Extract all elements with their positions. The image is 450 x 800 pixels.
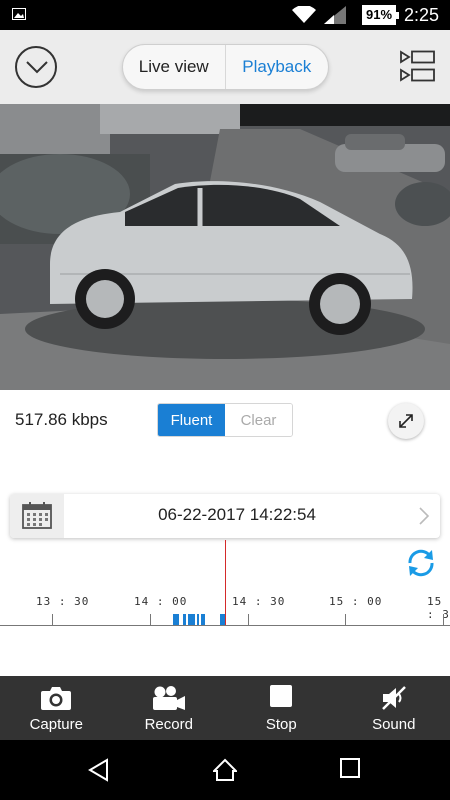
tab-playback[interactable]: Playback xyxy=(226,45,329,89)
timeline-tick xyxy=(345,614,346,625)
timeline-label: 13 : 30 xyxy=(36,595,90,608)
camera-icon xyxy=(41,687,72,710)
bottom-toolbar: Capture Record Stop Sound xyxy=(0,676,450,740)
capture-button[interactable]: Capture xyxy=(0,676,113,740)
recording-segment[interactable] xyxy=(173,614,179,625)
collapse-button[interactable] xyxy=(15,46,57,88)
timeline-tick xyxy=(52,614,53,625)
fullscreen-button[interactable] xyxy=(388,403,424,439)
system-nav-bar xyxy=(0,740,450,800)
tab-live-view[interactable]: Live view xyxy=(123,45,226,89)
battery-icon: 91% xyxy=(362,5,399,25)
recording-segment[interactable] xyxy=(201,614,205,625)
quality-clear[interactable]: Clear xyxy=(225,404,292,436)
stop-button[interactable]: Stop xyxy=(225,676,338,740)
timeline[interactable]: 13 : 30 14 : 00 14 : 30 15 : 00 15 : 3 xyxy=(0,590,450,630)
timeline-tick xyxy=(248,614,249,625)
chevron-down-icon xyxy=(26,61,48,74)
wifi-icon xyxy=(292,6,316,23)
calendar-icon xyxy=(22,502,52,529)
timeline-tick xyxy=(443,614,444,625)
timeline-label: 14 : 30 xyxy=(232,595,286,608)
clock: 2:25 xyxy=(404,5,440,25)
back-icon[interactable] xyxy=(88,758,110,782)
timeline-label: 14 : 00 xyxy=(134,595,188,608)
record-label: Record xyxy=(144,716,193,733)
quality-switch[interactable]: Fluent Clear xyxy=(157,403,293,437)
list-view-icon[interactable] xyxy=(399,50,437,84)
timeline-tick xyxy=(150,614,151,625)
view-mode-switch[interactable]: Live view Playback xyxy=(122,44,329,90)
home-icon[interactable] xyxy=(213,758,237,782)
stop-icon xyxy=(270,685,293,707)
record-button[interactable]: Record xyxy=(113,676,226,740)
capture-label: Capture xyxy=(29,716,83,733)
stop-label: Stop xyxy=(265,716,297,733)
recording-segment[interactable] xyxy=(183,614,186,625)
video-frame[interactable] xyxy=(0,104,450,390)
recording-segment[interactable] xyxy=(188,614,195,625)
sound-label: Sound xyxy=(372,716,416,733)
bitrate-readout: 517.86 kbps xyxy=(15,410,108,429)
status-bar: 91% 2:25 xyxy=(0,0,450,30)
timeline-label: 15 : 3 xyxy=(427,595,450,621)
video-camera-icon xyxy=(152,686,185,710)
chevron-right-icon[interactable] xyxy=(418,506,430,526)
date-picker-bar[interactable]: 06-22-2017 14:22:54 xyxy=(10,494,440,538)
sound-button[interactable]: Sound xyxy=(338,676,450,740)
refresh-icon[interactable] xyxy=(404,546,438,580)
calendar-button[interactable] xyxy=(10,494,64,538)
quality-fluent[interactable]: Fluent xyxy=(158,404,225,436)
recording-segment[interactable] xyxy=(197,614,199,625)
header: Live view Playback xyxy=(0,30,450,104)
fullscreen-icon xyxy=(399,414,413,428)
camera-scene xyxy=(0,104,450,390)
signal-icon xyxy=(324,6,346,24)
picture-icon xyxy=(12,8,26,20)
sound-muted-icon xyxy=(381,686,406,710)
playback-datetime: 06-22-2017 14:22:54 xyxy=(158,505,316,524)
timeline-label: 15 : 00 xyxy=(329,595,383,608)
recents-icon[interactable] xyxy=(340,758,360,778)
timeline-axis xyxy=(0,625,450,626)
recording-segment[interactable] xyxy=(220,614,225,625)
